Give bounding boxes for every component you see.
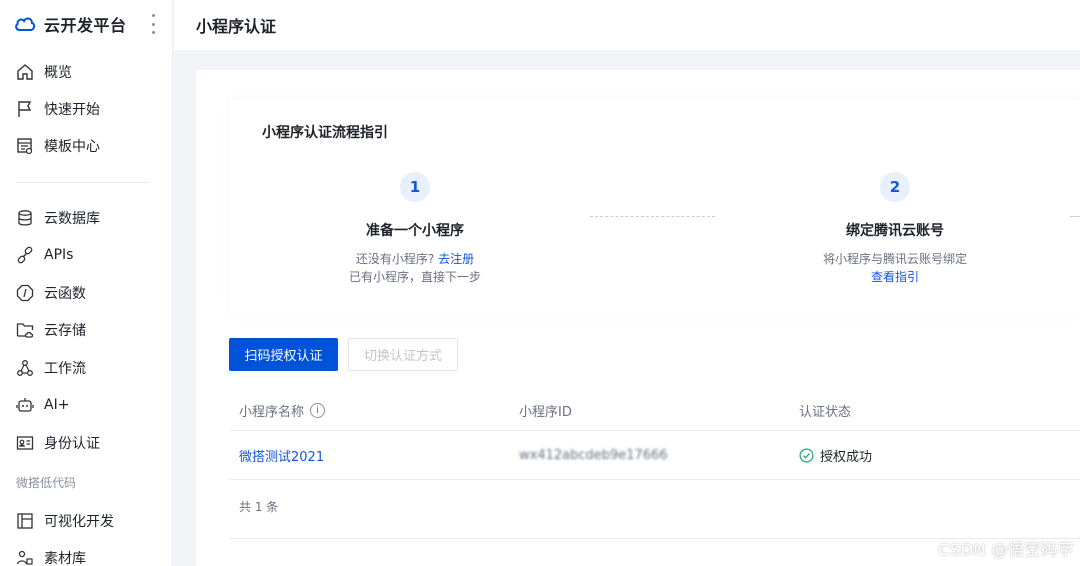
function-icon bbox=[16, 284, 34, 302]
step-desc-text-2: 已有小程序，直接下一步 bbox=[348, 270, 481, 284]
auth-status-text: 授权成功 bbox=[820, 449, 873, 465]
sidebar-item-templates[interactable]: 模板中心 bbox=[16, 134, 100, 158]
miniprogram-name-link[interactable]: 微搭测试2021 bbox=[239, 431, 324, 479]
more-menu-icon[interactable] bbox=[150, 14, 156, 34]
column-header-name: 小程序名称 i bbox=[239, 390, 326, 430]
sidebar: 云开发平台 概览 快速开始 模板中心 云数据库 APIs 云函数 云存储 工作流… bbox=[0, 0, 173, 566]
auth-guide-panel: 小程序认证流程指引 1 准备一个小程序 还没有小程序? 去注册 已有小程序，直接… bbox=[230, 100, 1080, 315]
info-icon[interactable]: i bbox=[310, 402, 326, 418]
step-title: 绑定腾讯云账号 bbox=[846, 223, 944, 239]
template-icon bbox=[16, 137, 34, 155]
sidebar-item-label: 模板中心 bbox=[44, 139, 100, 155]
miniprogram-id: wx412abcdeb9e17666 bbox=[519, 447, 668, 463]
home-icon bbox=[16, 63, 34, 81]
brand[interactable]: 云开发平台 bbox=[14, 12, 127, 36]
table-row: 微搭测试2021 wx412abcdeb9e17666 授权成功 · bbox=[229, 431, 1080, 480]
link-icon bbox=[16, 246, 34, 264]
sidebar-item-label: 云数据库 bbox=[44, 211, 100, 227]
sidebar-item-ai[interactable]: AI+ bbox=[16, 393, 69, 417]
sidebar-item-label: 云存储 bbox=[44, 323, 86, 339]
page-title: 小程序认证 bbox=[196, 17, 277, 36]
workflow-icon bbox=[16, 359, 34, 377]
auth-status: 授权成功 bbox=[799, 431, 872, 479]
check-circle-icon bbox=[799, 448, 814, 462]
sidebar-item-label: 可视化开发 bbox=[44, 514, 114, 530]
column-label: 小程序名称 bbox=[239, 404, 305, 420]
sidebar-item-overview[interactable]: 概览 bbox=[16, 60, 72, 84]
assets-icon bbox=[16, 549, 34, 566]
guide-step-2: 2 绑定腾讯云账号 将小程序与腾讯云账号绑定 查看指引 bbox=[765, 172, 1025, 286]
sidebar-item-database[interactable]: 云数据库 bbox=[16, 206, 100, 230]
sidebar-divider bbox=[16, 182, 149, 183]
column-header-status: 认证状态 bbox=[799, 404, 852, 420]
switch-auth-method-button: 切换认证方式 bbox=[348, 338, 458, 371]
layout-icon bbox=[16, 512, 34, 530]
guide-step-1: 1 准备一个小程序 还没有小程序? 去注册 已有小程序，直接下一步 bbox=[285, 172, 545, 286]
sidebar-item-label: APIs bbox=[44, 247, 74, 263]
sidebar-item-apis[interactable]: APIs bbox=[16, 243, 73, 267]
sidebar-item-assets[interactable]: 素材库 bbox=[16, 546, 86, 566]
sidebar-item-quickstart[interactable]: 快速开始 bbox=[16, 97, 100, 121]
sidebar-item-label: 概览 bbox=[44, 65, 72, 81]
watermark: CSDN @悟空码字 bbox=[938, 540, 1074, 559]
miniprogram-table: 小程序名称 i 小程序ID 认证状态 · 微搭测试2021 wx412abcde… bbox=[229, 390, 1080, 480]
flag-icon bbox=[16, 100, 34, 118]
step-title: 准备一个小程序 bbox=[366, 223, 464, 239]
step-connector bbox=[590, 216, 715, 217]
database-icon bbox=[16, 209, 34, 227]
sidebar-item-workflow[interactable]: 工作流 bbox=[16, 356, 86, 380]
table-total: 共 1 条 bbox=[239, 500, 279, 514]
view-guide-link[interactable]: 查看指引 bbox=[871, 270, 919, 284]
sidebar-item-storage[interactable]: 云存储 bbox=[16, 318, 86, 342]
step-desc-text: 还没有小程序? bbox=[355, 252, 435, 266]
register-link[interactable]: 去注册 bbox=[438, 252, 474, 266]
step-connector bbox=[1070, 216, 1080, 217]
cloud-logo-icon bbox=[15, 17, 36, 31]
sidebar-item-auth[interactable]: 身份认证 bbox=[16, 431, 100, 455]
sidebar-item-functions[interactable]: 云函数 bbox=[16, 281, 86, 305]
step-number: 1 bbox=[400, 172, 430, 202]
guide-title: 小程序认证流程指引 bbox=[262, 125, 388, 141]
sidebar-item-label: 快速开始 bbox=[44, 102, 100, 118]
step-desc: 还没有小程序? 去注册 已有小程序，直接下一步 bbox=[285, 250, 545, 286]
column-header-id: 小程序ID bbox=[519, 404, 572, 420]
page-header: 小程序认证 bbox=[174, 0, 1080, 50]
brand-name: 云开发平台 bbox=[44, 16, 127, 35]
step-desc-text: 将小程序与腾讯云账号绑定 bbox=[822, 252, 967, 266]
scan-authorize-button[interactable]: 扫码授权认证 bbox=[229, 338, 338, 371]
robot-icon bbox=[16, 396, 34, 414]
sidebar-item-label: AI+ bbox=[44, 397, 70, 413]
sidebar-item-visual-dev[interactable]: 可视化开发 bbox=[16, 509, 114, 533]
sidebar-item-label: 工作流 bbox=[44, 361, 86, 377]
table-header: 小程序名称 i 小程序ID 认证状态 · bbox=[229, 390, 1080, 431]
id-card-icon bbox=[16, 434, 34, 452]
sidebar-item-label: 云函数 bbox=[44, 286, 86, 302]
step-number: 2 bbox=[880, 172, 910, 202]
step-desc: 将小程序与腾讯云账号绑定 查看指引 bbox=[765, 250, 1025, 286]
sidebar-item-label: 素材库 bbox=[44, 551, 86, 566]
sidebar-item-label: 身份认证 bbox=[44, 436, 100, 452]
main-card: 小程序认证流程指引 1 准备一个小程序 还没有小程序? 去注册 已有小程序，直接… bbox=[196, 70, 1080, 566]
section-label-lowcode: 微搭低代码 bbox=[16, 476, 77, 490]
folder-cloud-icon bbox=[16, 321, 34, 339]
